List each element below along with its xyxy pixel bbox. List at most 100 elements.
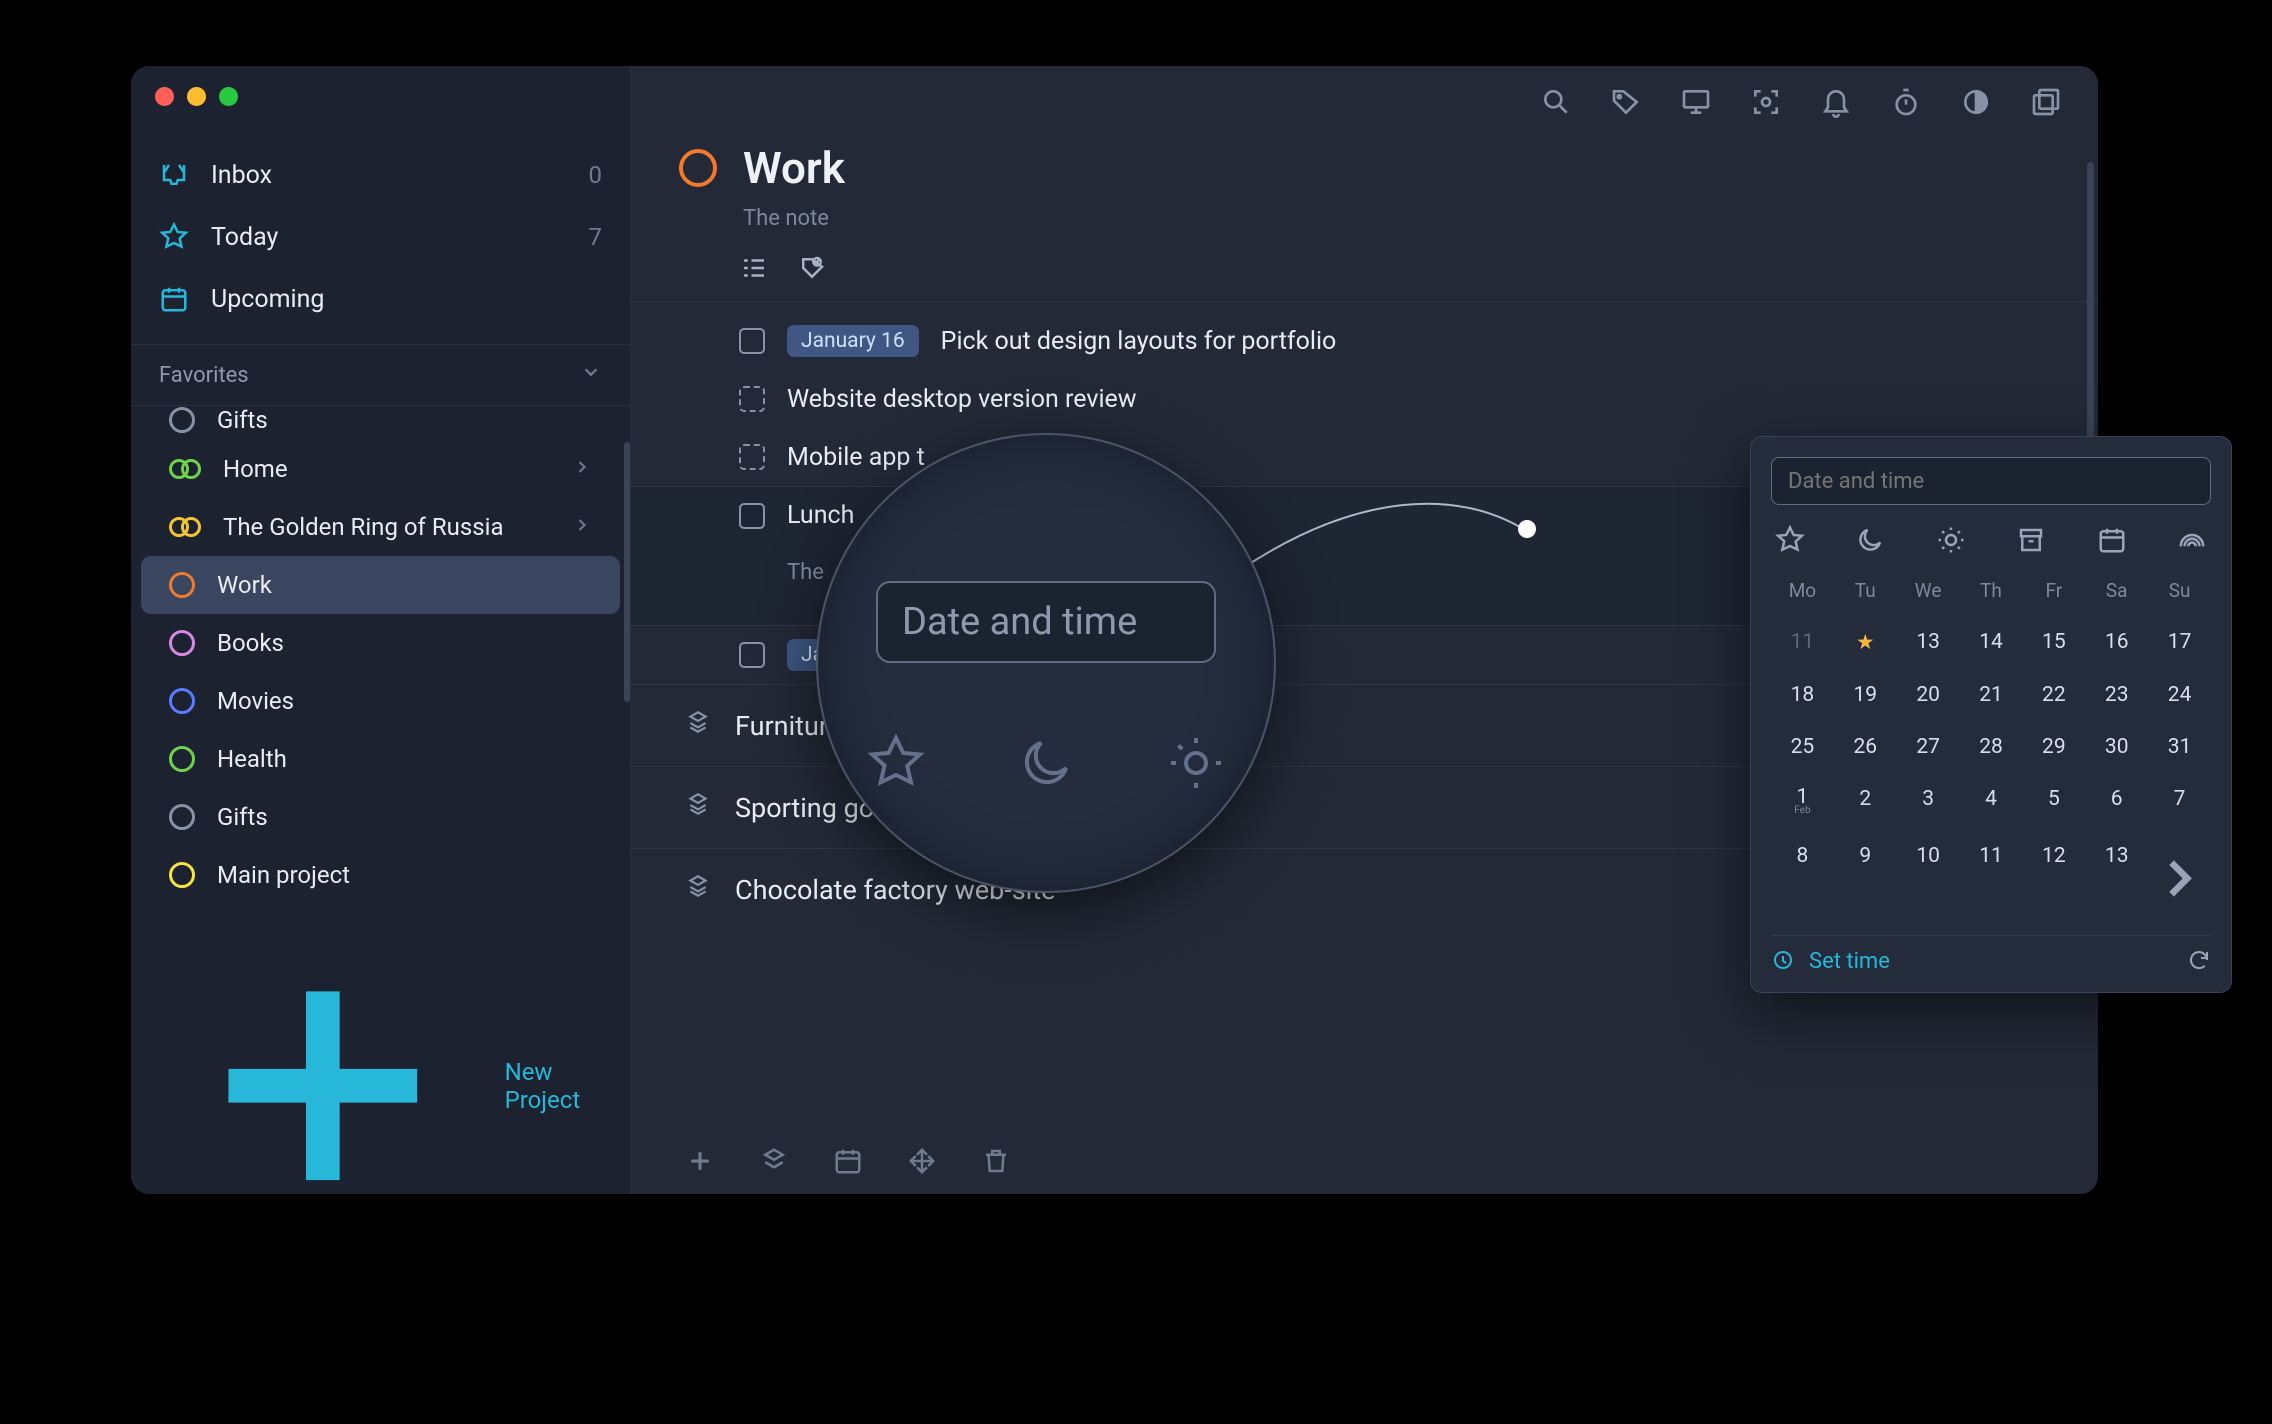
calendar-day[interactable]: 28 [1960,721,2023,773]
sidebar-project-books[interactable]: Books [141,614,620,672]
sidebar-project-work[interactable]: Work [141,556,620,614]
weekday-label: Mo [1771,569,1834,616]
tag-icon[interactable] [1610,86,1642,118]
bell-icon[interactable] [1820,86,1852,118]
add-task-icon[interactable] [685,1146,715,1176]
sun-icon[interactable] [1936,525,1966,555]
archive-icon[interactable] [2016,525,2046,555]
calendar-day[interactable]: ★ [1834,616,1897,669]
sidebar-project-main[interactable]: Main project [141,846,620,904]
sidebar-favorites-header[interactable]: Favorites [131,344,630,406]
calendar-day[interactable]: 13 [1897,616,1960,669]
calendar-day[interactable]: 4 [1960,773,2023,830]
calendar-day[interactable]: 24 [2148,669,2211,721]
calendar-day[interactable]: 8 [1771,830,1834,927]
search-icon[interactable] [1540,86,1572,118]
filter-tag-icon[interactable] [797,253,827,283]
new-project-label: New Project [505,1058,600,1114]
calendar-day[interactable]: 12 [2022,830,2085,927]
main-footer [631,1128,2098,1194]
calendar-day[interactable]: 19 [1834,669,1897,721]
calendar-day[interactable]: 7 [2148,773,2211,830]
close-window-button[interactable] [155,87,174,106]
calendar-icon[interactable] [833,1146,863,1176]
calendar-day[interactable]: 31 [2148,721,2211,773]
timer-icon[interactable] [1890,86,1922,118]
sidebar-projects: Home The Golden Ring of Russia Work Book… [131,434,630,1194]
circle-icon [169,407,195,433]
task-title: Mobile app t [787,443,925,472]
checkbox[interactable] [739,503,765,529]
minimize-window-button[interactable] [187,87,206,106]
rainbow-icon[interactable] [2177,525,2207,555]
theme-icon[interactable] [1960,86,1992,118]
set-time-button[interactable]: Set time [1809,949,1890,974]
calendar-day[interactable]: 27 [1897,721,1960,773]
trash-icon[interactable] [981,1146,1011,1176]
sidebar-project-health[interactable]: Health [141,730,620,788]
task-title: Pick out design layouts for portfolio [941,327,1337,356]
calendar-day[interactable]: 26 [1834,721,1897,773]
magnifier-callout: Date and time [816,433,1276,893]
calendar-day[interactable]: 13 [2085,830,2148,927]
checkbox[interactable] [739,642,765,668]
focus-icon[interactable] [1750,86,1782,118]
sidebar-today[interactable]: Today 7 [131,206,630,268]
calendar-day[interactable]: 10 [1897,830,1960,927]
sidebar-favorite-gifts[interactable]: Gifts [141,406,620,434]
refresh-icon[interactable] [2187,948,2211,976]
display-icon[interactable] [1680,86,1712,118]
calendar-day[interactable]: 11 [1960,830,2023,927]
calendar-day[interactable]: 1Feb [1771,773,1834,830]
sidebar: Inbox 0 Today 7 Upcoming Favorites [131,66,631,1194]
task-row[interactable]: Website desktop version review [631,370,2098,428]
checkbox[interactable] [739,328,765,354]
calendar-day[interactable]: 20 [1897,669,1960,721]
calendar-day[interactable]: 15 [2022,616,2085,669]
calendar-day[interactable]: 5 [2022,773,2085,830]
calendar-day[interactable]: 18 [1771,669,1834,721]
new-project-button[interactable]: New Project [131,904,630,1194]
task-row[interactable]: January 16 Pick out design layouts for p… [631,312,2098,370]
calendar-day[interactable]: 21 [1960,669,2023,721]
star-icon[interactable] [1775,525,1805,555]
windows-icon[interactable] [2030,86,2062,118]
chevron-right-icon [572,513,592,541]
calendar-day[interactable]: 25 [1771,721,1834,773]
stack-icon[interactable] [759,1146,789,1176]
calendar-day[interactable]: 23 [2085,669,2148,721]
calendar-day[interactable]: 2 [1834,773,1897,830]
date-chip[interactable]: January 16 [787,325,919,357]
sidebar-item-label: Movies [217,687,294,715]
sidebar-scrollbar[interactable] [624,442,630,702]
calendar-day[interactable]: 16 [2085,616,2148,669]
calendar-day[interactable]: 11 [1771,616,1834,669]
calendar-day[interactable]: 30 [2085,721,2148,773]
move-icon[interactable] [907,1146,937,1176]
magnified-date-input: Date and time [876,581,1216,663]
weekday-label: We [1897,569,1960,616]
project-note[interactable]: The note [631,206,2098,231]
sidebar-upcoming[interactable]: Upcoming [131,268,630,330]
date-time-input[interactable] [1771,457,2211,505]
sidebar-inbox[interactable]: Inbox 0 [131,144,630,206]
calendar-icon[interactable] [2097,525,2127,555]
checkbox-recurring[interactable] [739,444,765,470]
sidebar-project-golden-ring[interactable]: The Golden Ring of Russia [141,498,620,556]
sidebar-project-movies[interactable]: Movies [141,672,620,730]
calendar-day[interactable]: 9 [1834,830,1897,927]
calendar-next[interactable] [2148,830,2211,927]
maximize-window-button[interactable] [219,87,238,106]
list-view-icon[interactable] [739,253,769,283]
calendar-day[interactable]: 6 [2085,773,2148,830]
calendar-day[interactable]: 14 [1960,616,2023,669]
calendar-day[interactable]: 3 [1897,773,1960,830]
sidebar-project-home[interactable]: Home [141,440,620,498]
checkbox-recurring[interactable] [739,386,765,412]
sidebar-item-label: Main project [217,861,350,889]
sidebar-project-gifts[interactable]: Gifts [141,788,620,846]
moon-icon[interactable] [1855,525,1885,555]
calendar-day[interactable]: 17 [2148,616,2211,669]
calendar-day[interactable]: 22 [2022,669,2085,721]
calendar-day[interactable]: 29 [2022,721,2085,773]
